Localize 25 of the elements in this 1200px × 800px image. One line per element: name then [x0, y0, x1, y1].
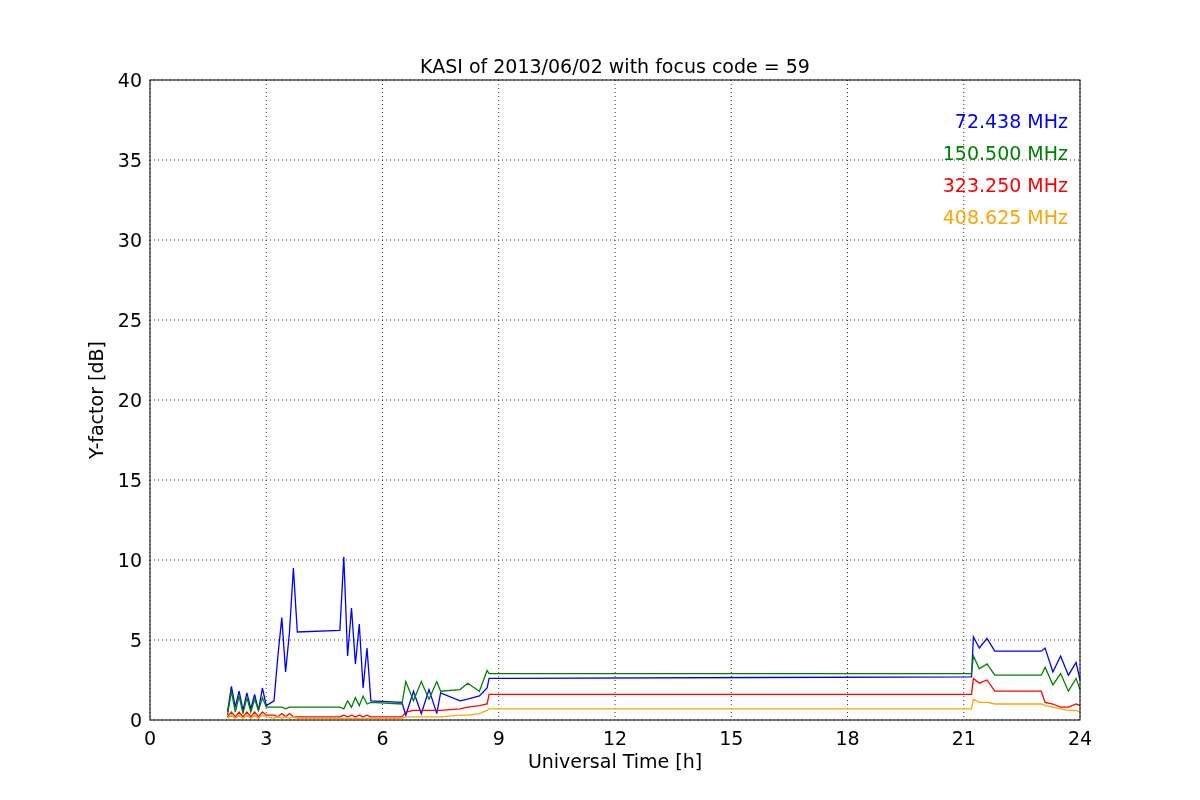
y-tick-label: 0	[129, 709, 142, 731]
x-tick-label: 15	[719, 727, 744, 749]
y-tick-label: 15	[117, 469, 142, 491]
x-tick-label: 6	[376, 727, 389, 749]
x-tick-label: 21	[951, 727, 976, 749]
legend-label: 72.438 MHz	[954, 110, 1068, 132]
y-tick-label: 35	[117, 149, 142, 171]
y-tick-label: 40	[117, 69, 142, 91]
y-tick-label: 5	[129, 629, 142, 651]
y-tick-label: 30	[117, 229, 142, 251]
x-axis-label: Universal Time [h]	[527, 750, 703, 772]
x-tick-label: 24	[1067, 727, 1093, 749]
legend-label: 323.250 MHz	[942, 174, 1068, 196]
x-tick-label: 12	[602, 727, 628, 749]
legend-label: 408.625 MHz	[942, 206, 1068, 228]
x-tick-label: 3	[260, 727, 273, 749]
y-tick-label: 25	[117, 309, 142, 331]
x-tick-label: 9	[492, 727, 505, 749]
legend-label: 150.500 MHz	[942, 142, 1068, 164]
x-tick-label: 18	[835, 727, 860, 749]
y-tick-label: 10	[117, 549, 142, 571]
chart-title: KASI of 2013/06/02 with focus code = 59	[420, 55, 810, 77]
x-tick-label: 0	[143, 727, 157, 749]
y-tick-label: 20	[117, 389, 142, 411]
y-axis-label: Y-factor [dB]	[85, 341, 107, 459]
